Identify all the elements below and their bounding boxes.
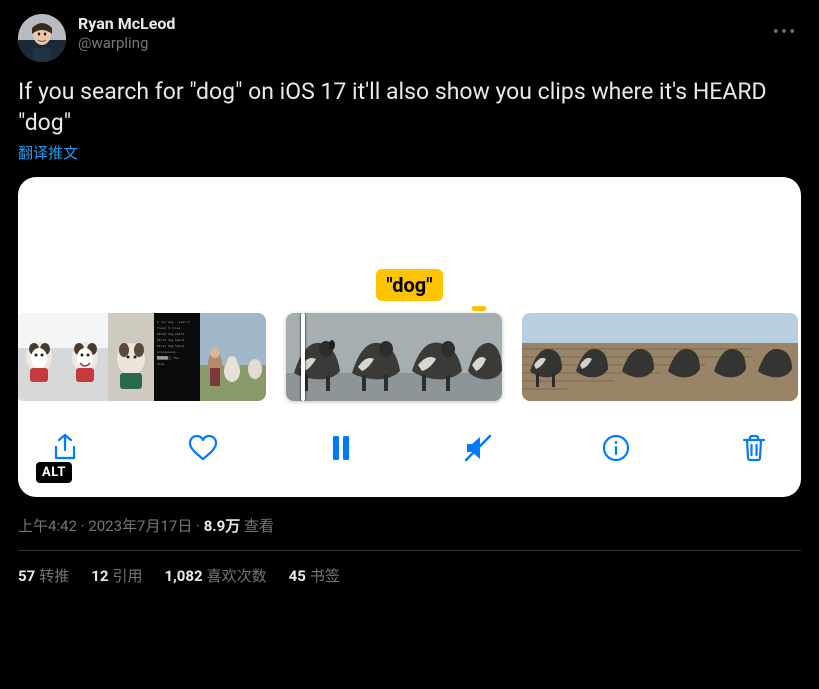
- translate-link[interactable]: 翻译推文: [18, 142, 78, 163]
- video-frame: [706, 313, 752, 401]
- tweet-header: Ryan McLeod @warpling: [18, 14, 801, 62]
- tweet-container: Ryan McLeod @warpling If you search for …: [0, 0, 819, 586]
- clip-group[interactable]: [522, 313, 798, 401]
- video-frame: [108, 313, 154, 401]
- avatar[interactable]: [18, 14, 66, 62]
- heart-button[interactable]: [182, 427, 224, 469]
- meta-separator: ·: [77, 517, 88, 535]
- tweet-meta[interactable]: 上午4:42 · 2023年7月17日 · 8.9万 查看: [18, 515, 801, 536]
- stat-likes[interactable]: 1,082 喜欢次数: [164, 565, 266, 586]
- search-hit-tick: [472, 306, 486, 311]
- svg-text:00:31 dog_heard: 00:31 dog_heard: [157, 344, 184, 348]
- stat-count: 45: [289, 567, 306, 585]
- stat-retweets[interactable]: 57转推: [18, 565, 69, 586]
- video-frame: [752, 313, 798, 401]
- media-card[interactable]: "dog" $ run dog --search found 3 clips 00:…: [18, 177, 801, 497]
- video-frame: [200, 313, 246, 401]
- alt-badge[interactable]: ALT: [36, 462, 72, 483]
- clip-group[interactable]: $ run dog --search found 3 clips 00:04 dog…: [18, 313, 266, 401]
- stat-label: 转推: [39, 567, 69, 585]
- svg-text:done.: done.: [157, 362, 166, 366]
- video-frame: [614, 313, 660, 401]
- trash-button[interactable]: [733, 427, 775, 469]
- media-toolbar: [18, 407, 801, 497]
- clip-group-active[interactable]: [286, 313, 502, 401]
- search-token-row: "dog": [18, 269, 801, 303]
- stat-quotes[interactable]: 12引用: [91, 565, 142, 586]
- search-token-label: "dog": [376, 269, 442, 301]
- video-frame: [62, 313, 108, 401]
- video-frame: [660, 313, 706, 401]
- tweet-date: 2023年7月17日: [88, 517, 192, 535]
- views-label: 查看: [240, 517, 274, 535]
- handle: @warpling: [78, 34, 767, 53]
- stat-count: 57: [18, 567, 35, 585]
- tweet-text: If you search for "dog" on iOS 17 it'll …: [18, 76, 801, 138]
- video-frame: $ run dog --search found 3 clips 00:04 dog…: [154, 313, 200, 401]
- video-frame: [568, 313, 614, 401]
- video-frame: [406, 313, 466, 401]
- video-frame: [522, 313, 568, 401]
- more-options-button[interactable]: [767, 14, 801, 43]
- pause-button[interactable]: [320, 427, 362, 469]
- timeline-tick-row: [18, 303, 801, 313]
- video-frame: [286, 313, 346, 401]
- views-count: 8.9万: [204, 517, 241, 535]
- svg-text:$ run dog --search: $ run dog --search: [157, 320, 190, 324]
- meta-separator: ·: [192, 517, 203, 535]
- svg-text:00:04 dog_heard: 00:04 dog_heard: [157, 332, 184, 336]
- tweet-time: 上午4:42: [18, 517, 77, 535]
- svg-text:processing...: processing...: [157, 350, 181, 354]
- video-frame: [466, 313, 502, 401]
- display-name: Ryan McLeod: [78, 14, 767, 34]
- svg-text:found 3 clips: found 3 clips: [157, 326, 181, 330]
- info-button[interactable]: [595, 427, 637, 469]
- video-frame: [346, 313, 406, 401]
- media-spacer: [18, 177, 801, 269]
- stats-row: 57转推 12引用 1,082 喜欢次数 45书签: [18, 551, 801, 586]
- playhead[interactable]: [286, 313, 346, 401]
- video-filmstrip[interactable]: $ run dog --search found 3 clips 00:04 dog…: [18, 313, 801, 407]
- stat-count: 12: [91, 567, 108, 585]
- video-frame: [18, 313, 62, 401]
- author-name-block[interactable]: Ryan McLeod @warpling: [78, 14, 767, 53]
- stat-count: 1,082: [164, 567, 202, 585]
- svg-text:██████░░ 75%: ██████░░ 75%: [156, 356, 179, 360]
- mute-button[interactable]: [457, 427, 499, 469]
- video-frame: [246, 313, 266, 401]
- stat-label: 书签: [310, 567, 340, 585]
- stat-label: 引用: [112, 567, 142, 585]
- stat-bookmarks[interactable]: 45书签: [289, 565, 340, 586]
- stat-label: 喜欢次数: [207, 567, 267, 585]
- svg-text:00:12 dog_heard: 00:12 dog_heard: [157, 338, 184, 342]
